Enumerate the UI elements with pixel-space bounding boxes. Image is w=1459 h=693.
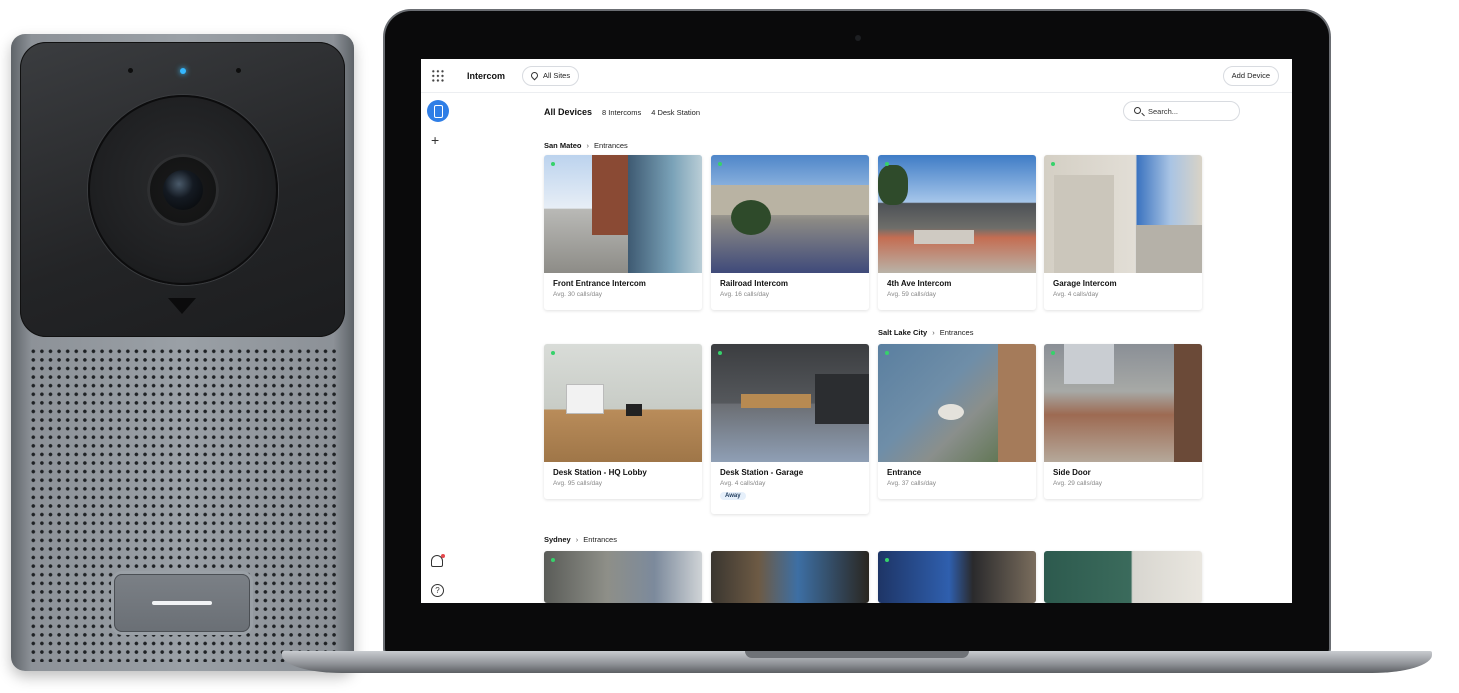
device-card[interactable]: 4th Ave Intercom Avg. 59 calls/day <box>878 155 1036 310</box>
camera-thumbnail <box>544 155 702 273</box>
intercom-hardware <box>11 34 354 671</box>
device-card[interactable] <box>878 551 1036 603</box>
site-filter-label: All Sites <box>543 71 571 80</box>
camera-lens-ring <box>88 95 278 285</box>
add-device-button[interactable]: Add Device <box>1222 66 1279 86</box>
device-name: 4th Ave Intercom <box>887 279 952 288</box>
device-calls: Avg. 29 calls/day <box>1053 480 1103 487</box>
top-bar: Intercom All Sites Add Device <box>421 59 1292 93</box>
app-grid-icon[interactable] <box>431 69 445 83</box>
device-name: Railroad Intercom <box>720 279 789 288</box>
device-calls: Avg. 37 calls/day <box>887 480 937 487</box>
breadcrumb-site[interactable]: Sydney <box>544 535 571 544</box>
breadcrumb-area[interactable]: Entrances <box>594 141 628 150</box>
breadcrumb: San Mateo › Entrances <box>544 141 628 150</box>
desk-station-count[interactable]: 4 Desk Station <box>651 108 700 117</box>
sensor-icon <box>236 68 241 73</box>
camera-thumbnail <box>544 551 702 603</box>
chevron-right-icon: › <box>575 535 579 544</box>
breadcrumb-area[interactable]: Entrances <box>583 535 617 544</box>
online-status-dot <box>1051 351 1055 355</box>
call-button <box>114 574 250 632</box>
device-card[interactable]: Garage Intercom Avg. 4 calls/day <box>1044 155 1202 310</box>
app-screen: Intercom All Sites Add Device + ? VD All… <box>421 59 1292 603</box>
device-card[interactable]: Front Entrance Intercom Avg. 30 calls/da… <box>544 155 702 310</box>
search-input[interactable]: Search... <box>1123 101 1240 121</box>
device-name: Desk Station - HQ Lobby <box>553 468 647 477</box>
chevron-right-icon: › <box>586 141 590 150</box>
sensor-icon <box>128 68 133 73</box>
search-placeholder: Search... <box>1148 107 1179 116</box>
online-status-dot <box>1051 162 1055 166</box>
intercom-device-icon[interactable] <box>427 100 449 122</box>
camera-thumbnail <box>544 344 702 462</box>
breadcrumb-site[interactable]: Salt Lake City <box>878 328 927 337</box>
online-status-dot <box>718 162 722 166</box>
device-calls: Avg. 16 calls/day <box>720 291 770 298</box>
device-calls: Avg. 4 calls/day <box>720 480 766 487</box>
status-led-icon <box>180 68 186 74</box>
intercom-count[interactable]: 8 Intercoms <box>602 108 641 117</box>
breadcrumb: Salt Lake City › Entrances <box>878 328 973 337</box>
camera-thumbnail <box>711 551 869 603</box>
camera-thumbnail <box>878 344 1036 462</box>
device-name: Garage Intercom <box>1053 279 1117 288</box>
brand-logo-icon <box>168 298 196 314</box>
device-name: Desk Station - Garage <box>720 468 804 477</box>
help-icon[interactable]: ? <box>431 584 444 597</box>
intercom-camera-face <box>20 42 345 337</box>
chevron-right-icon: › <box>932 328 935 337</box>
app-title: Intercom <box>467 71 506 81</box>
breadcrumb: Sydney › Entrances <box>544 535 617 544</box>
camera-thumbnail <box>711 155 869 273</box>
device-name: Entrance <box>887 468 922 477</box>
search-icon <box>1134 107 1141 114</box>
device-card[interactable] <box>1044 551 1202 603</box>
breadcrumb-site[interactable]: San Mateo <box>544 141 582 150</box>
devices-header: All Devices 8 Intercoms 4 Desk Station <box>544 105 700 119</box>
page-title: All Devices <box>544 107 593 117</box>
device-card[interactable]: Side Door Avg. 29 calls/day <box>1044 344 1202 499</box>
side-rail: + ? VD <box>421 93 455 603</box>
camera-thumbnail <box>1044 155 1202 273</box>
online-status-dot <box>885 351 889 355</box>
device-calls: Avg. 4 calls/day <box>1053 291 1099 298</box>
device-calls: Avg. 95 calls/day <box>553 480 603 487</box>
device-card[interactable] <box>544 551 702 603</box>
camera-thumbnail <box>711 344 869 462</box>
camera-thumbnail <box>1044 551 1202 603</box>
online-status-dot <box>718 351 722 355</box>
webcam-icon <box>855 35 861 41</box>
breadcrumb-area[interactable]: Entrances <box>940 328 974 337</box>
online-status-dot <box>551 351 555 355</box>
online-status-dot <box>551 162 555 166</box>
location-pin-icon <box>529 70 540 81</box>
camera-thumbnail <box>878 551 1036 603</box>
laptop-base <box>282 651 1432 673</box>
notification-dot <box>441 554 445 558</box>
camera-lens-icon <box>147 154 219 226</box>
device-card[interactable] <box>711 551 869 603</box>
device-calls: Avg. 30 calls/day <box>553 291 603 298</box>
site-filter-button[interactable]: All Sites <box>522 66 580 86</box>
device-card[interactable]: Desk Station - Garage Avg. 4 calls/day A… <box>711 344 869 514</box>
device-name: Side Door <box>1053 468 1091 477</box>
plus-icon[interactable]: + <box>431 133 439 147</box>
device-card[interactable]: Desk Station - HQ Lobby Avg. 95 calls/da… <box>544 344 702 499</box>
status-badge: Away <box>720 492 746 500</box>
device-card[interactable]: Entrance Avg. 37 calls/day <box>878 344 1036 499</box>
online-status-dot <box>551 558 555 562</box>
camera-thumbnail <box>878 155 1036 273</box>
device-calls: Avg. 59 calls/day <box>887 291 937 298</box>
camera-thumbnail <box>1044 344 1202 462</box>
online-status-dot <box>885 558 889 562</box>
device-card[interactable]: Railroad Intercom Avg. 16 calls/day <box>711 155 869 310</box>
device-name: Front Entrance Intercom <box>553 279 646 288</box>
online-status-dot <box>885 162 889 166</box>
